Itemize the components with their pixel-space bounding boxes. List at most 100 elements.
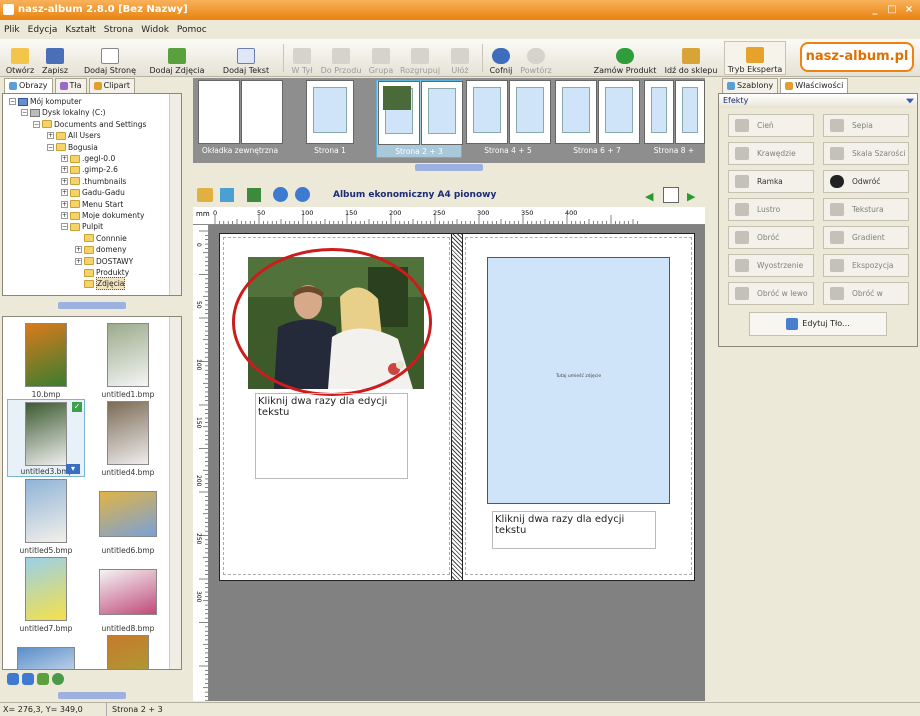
menu-strona[interactable]: Strona: [104, 25, 133, 35]
add-image-icon[interactable]: [37, 673, 49, 685]
tree-node[interactable]: + Gadu-Gadu: [61, 187, 125, 198]
thumbnail-item[interactable]: untitled7.bmp: [7, 555, 85, 633]
thumbnail-item[interactable]: untitled5.bmp: [7, 477, 85, 555]
tab-clipart[interactable]: Clipart: [88, 78, 135, 93]
thumbnail-menu-icon[interactable]: ▾: [66, 464, 80, 474]
effect-button[interactable]: Ekspozycja: [823, 254, 909, 277]
save-button[interactable]: Zapisz: [38, 41, 72, 75]
page-thumbnail[interactable]: Strona 2 + 3: [376, 80, 463, 158]
collapse-icon[interactable]: −: [61, 223, 68, 231]
minimize-button[interactable]: _: [868, 3, 882, 17]
next-page-icon[interactable]: ▶: [687, 190, 695, 203]
effect-button[interactable]: Wyostrzenie: [728, 254, 814, 277]
effect-button[interactable]: Cień: [728, 114, 814, 137]
splitter-handle[interactable]: [415, 164, 483, 171]
expand-icon[interactable]: +: [61, 155, 68, 162]
tree-node[interactable]: + DOSTAWY: [75, 256, 133, 267]
folder-tree[interactable]: − Mój komputer − Dysk lokalny (C:) − Document…: [2, 93, 182, 296]
brand-logo[interactable]: nasz-album.pl: [800, 42, 914, 72]
redo-button[interactable]: Powtórz: [518, 41, 554, 75]
text-box-right[interactable]: Kliknij dwa razy dla edycji tekstu: [492, 511, 656, 549]
grid-icon[interactable]: [220, 188, 234, 202]
page-thumbnail[interactable]: Strona 1: [305, 80, 355, 158]
tab-properties[interactable]: Właściwości: [780, 78, 849, 93]
editor-canvas[interactable]: Kliknij dwa razy dla edycji tekstu Tutaj…: [209, 225, 705, 701]
tree-node[interactable]: − Documents and Settings: [33, 119, 146, 130]
zoom-in-icon[interactable]: [273, 187, 288, 202]
expand-icon[interactable]: +: [75, 257, 82, 265]
add-page-button[interactable]: Dodaj Stronę: [78, 41, 142, 75]
menu-pomoc[interactable]: Pomoc: [177, 25, 207, 35]
ungroup-button[interactable]: Rozgrupuj: [398, 41, 442, 75]
thumbnail-item[interactable]: [7, 633, 85, 669]
menu-ksztalt[interactable]: Kształt: [65, 25, 95, 35]
effect-button[interactable]: Obróć w prawo: [823, 282, 909, 319]
undo-button[interactable]: Cofnij: [486, 41, 516, 75]
expand-icon[interactable]: +: [61, 200, 68, 208]
page-strip-scrollbar[interactable]: [193, 163, 705, 175]
expand-icon[interactable]: +: [61, 166, 68, 174]
zoom-out-icon[interactable]: [295, 187, 310, 202]
menu-edycja[interactable]: Edycja: [28, 25, 58, 35]
tree-node[interactable]: Connnie: [75, 233, 127, 244]
collapse-icon[interactable]: −: [21, 109, 28, 117]
open-button[interactable]: Otwórz: [4, 41, 36, 75]
tree-node[interactable]: + Moje dokumenty: [61, 210, 144, 221]
bottom-splitter[interactable]: [2, 689, 182, 701]
tree-node[interactable]: Produkty: [75, 267, 129, 278]
thumbnail-item[interactable]: untitled3.bmp ✓ ▾: [7, 399, 85, 477]
group-button[interactable]: Grupa: [366, 41, 396, 75]
collapse-icon[interactable]: −: [33, 120, 40, 128]
tab-templates[interactable]: Szablony: [722, 78, 779, 93]
menu-plik[interactable]: Plik: [4, 25, 20, 35]
expand-icon[interactable]: +: [61, 212, 68, 219]
expand-icon[interactable]: +: [75, 246, 82, 254]
tree-node[interactable]: + Menu Start: [61, 199, 123, 210]
effect-button[interactable]: Skala Szarości: [823, 142, 909, 165]
send-backward-button[interactable]: W Tył: [287, 41, 317, 75]
add-photos-button[interactable]: Dodaj Zdjęcia: [146, 41, 208, 75]
zoom-in-icon[interactable]: [7, 673, 19, 685]
tree-node[interactable]: + All Users: [47, 130, 101, 141]
go-to-shop-button[interactable]: Idź do sklepu: [662, 41, 720, 75]
tree-node[interactable]: − Mój komputer: [9, 96, 82, 107]
thumbnail-item[interactable]: untitled8.bmp: [89, 555, 167, 633]
page-spread[interactable]: Kliknij dwa razy dla edycji tekstu Tutaj…: [219, 233, 695, 581]
tree-node[interactable]: − Bogusia: [47, 142, 98, 153]
expand-icon[interactable]: +: [61, 189, 68, 197]
thumbnail-item[interactable]: untitled1.bmp: [89, 321, 167, 399]
tree-node[interactable]: Zdjęcia: [75, 277, 126, 291]
tree-node[interactable]: + .thumbnails: [61, 176, 126, 187]
effect-button[interactable]: Obróć w lewo: [728, 282, 814, 305]
ruler-icon[interactable]: [197, 188, 213, 202]
tree-scrollbar[interactable]: [169, 94, 181, 295]
refresh-icon[interactable]: [52, 673, 64, 685]
effect-button[interactable]: Sepia: [823, 114, 909, 137]
previous-page-icon[interactable]: ◀: [645, 190, 653, 203]
page-thumbnail[interactable]: Strona 8 +: [643, 80, 705, 158]
collapse-icon[interactable]: −: [9, 98, 16, 105]
effect-button[interactable]: Odwróć: [823, 170, 909, 193]
text-box-left[interactable]: Kliknij dwa razy dla edycji tekstu: [255, 393, 408, 479]
photo-placeholder[interactable]: Tutaj umieść zdjęcie: [487, 257, 670, 504]
tree-node[interactable]: − Dysk lokalny (C:): [21, 107, 106, 118]
order-product-button[interactable]: Zamów Produkt: [592, 41, 658, 75]
close-button[interactable]: ×: [902, 3, 916, 17]
effect-button[interactable]: Obróć: [728, 226, 814, 249]
left-collapse-bar[interactable]: [184, 78, 192, 698]
page-preview-icon[interactable]: [663, 187, 679, 203]
tab-backgrounds[interactable]: Tła: [54, 78, 87, 93]
collapse-icon[interactable]: −: [47, 143, 54, 151]
tree-node[interactable]: + domeny: [75, 244, 126, 255]
expert-mode-button[interactable]: Tryb Eksperta: [724, 41, 786, 75]
bring-forward-button[interactable]: Do Przodu: [320, 41, 362, 75]
right-collapse-bar[interactable]: [706, 78, 716, 698]
tree-node[interactable]: + .gegl-0.0: [61, 153, 115, 164]
thumbnail-item[interactable]: untitled4.bmp: [89, 399, 167, 477]
effect-button[interactable]: Tekstura: [823, 198, 909, 221]
expand-icon[interactable]: +: [61, 177, 68, 185]
thumbnails-scrollbar[interactable]: [169, 317, 181, 669]
expand-icon[interactable]: +: [47, 132, 54, 140]
add-text-button[interactable]: Dodaj Tekst: [220, 41, 272, 75]
effect-button[interactable]: Lustro: [728, 198, 814, 221]
